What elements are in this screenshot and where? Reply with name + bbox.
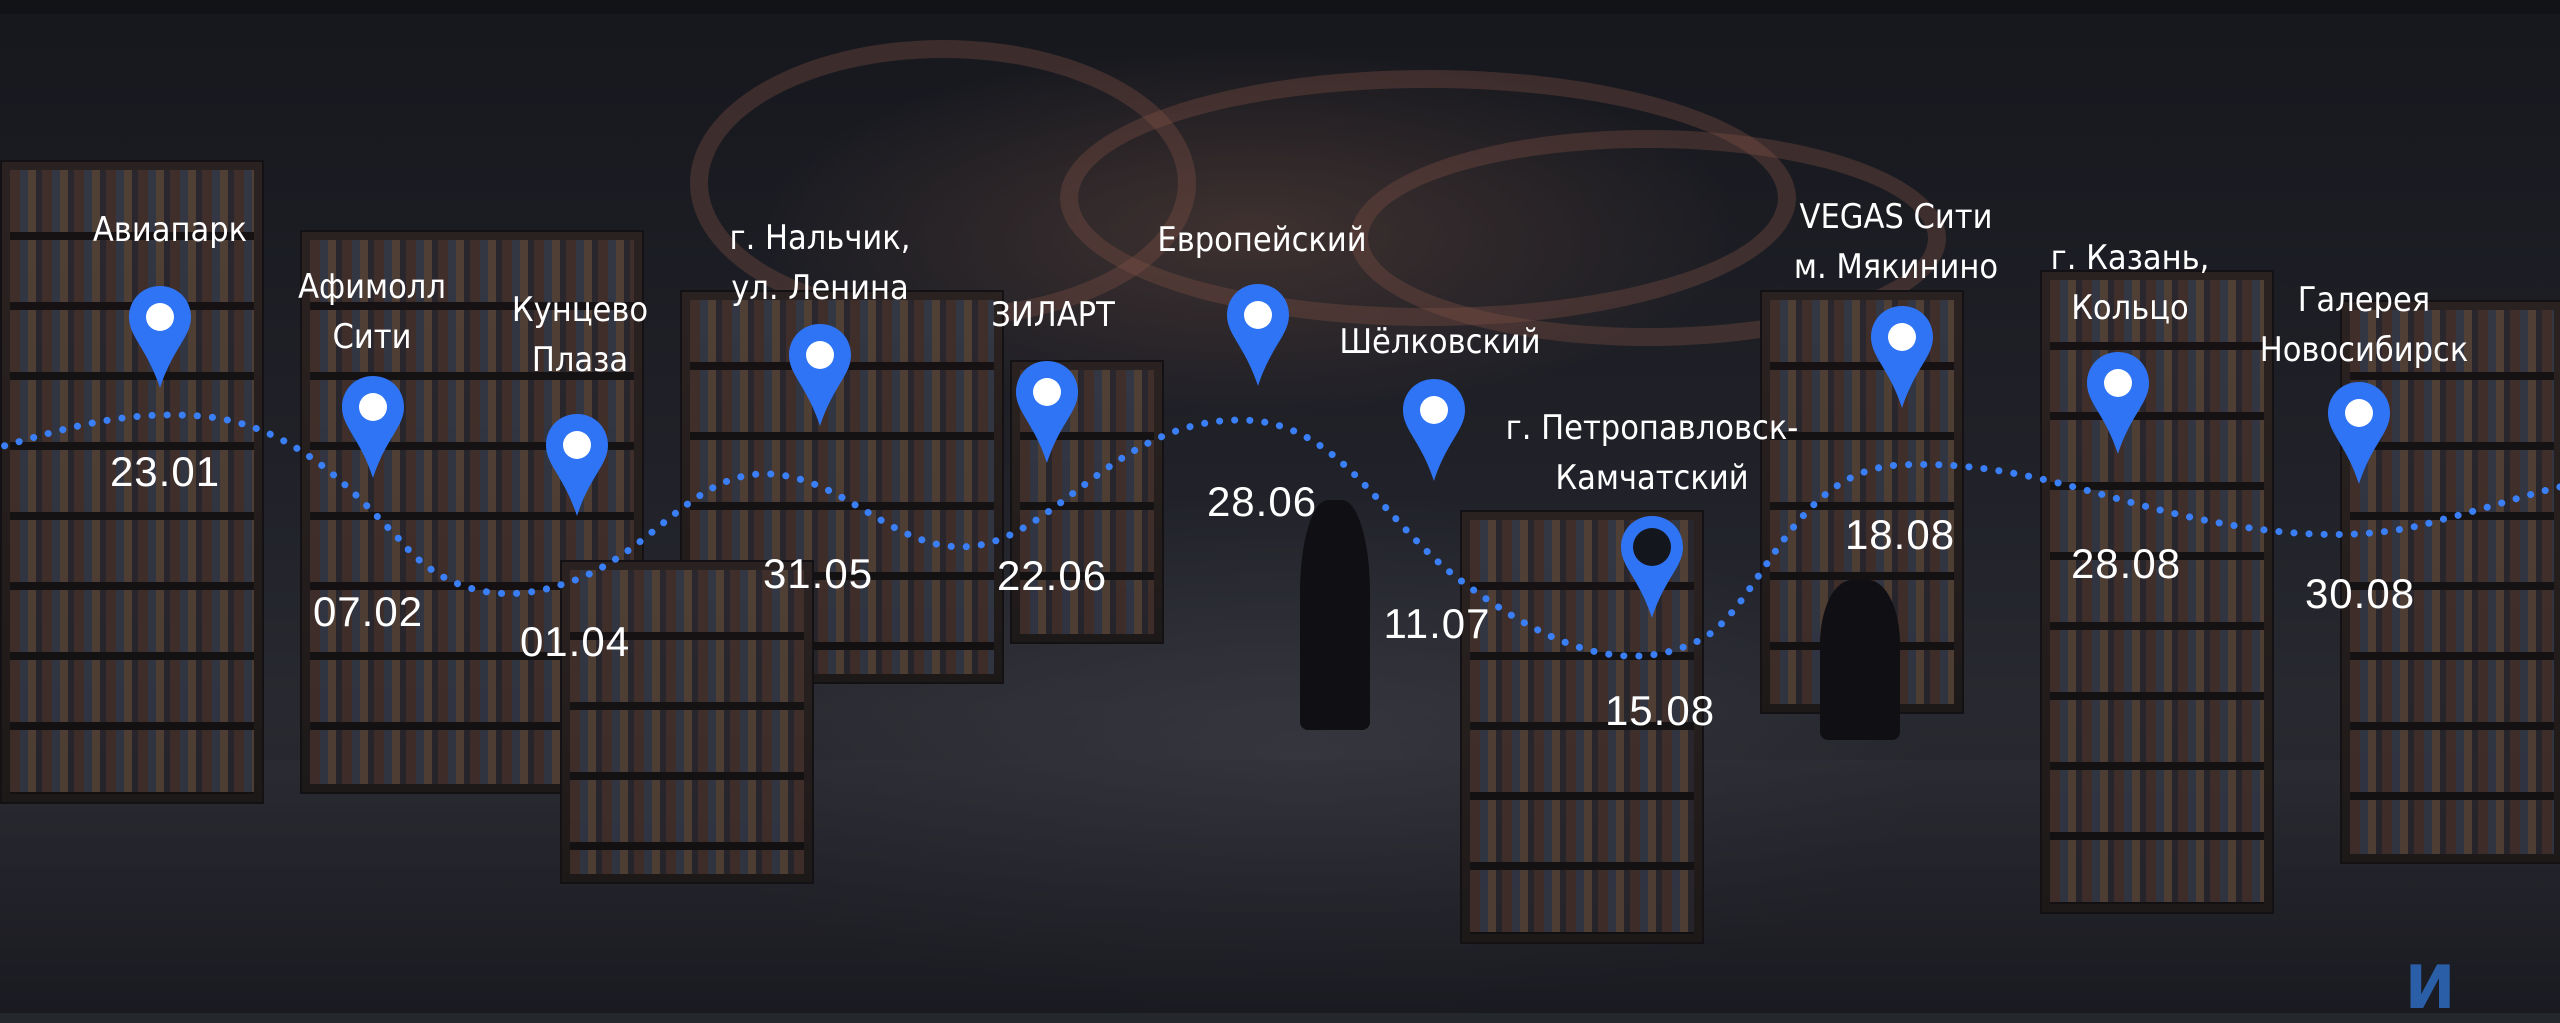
- store-name-label: Европейский: [1157, 215, 1366, 265]
- store-name-line: Шёлковский: [1339, 322, 1541, 362]
- map-pin-icon: [1399, 375, 1469, 485]
- opening-date: 15.08: [1604, 687, 1716, 734]
- store-name-label: VEGAS Сити м. Мякинино: [1794, 192, 1998, 292]
- store-name-line: Новосибирск: [2259, 330, 2469, 370]
- store-name-line: Европейский: [1157, 220, 1367, 260]
- store-name-line: г. Нальчик,: [729, 218, 911, 258]
- map-pin-icon: [1617, 512, 1687, 622]
- map-pin-icon: [1012, 357, 1082, 467]
- opening-date: 18.08: [1844, 511, 1956, 558]
- opening-date: 23.01: [109, 448, 221, 495]
- store-name-label: ЗИЛАРТ: [991, 290, 1115, 340]
- store-name-label: г. Петропавловск- Камчатский: [1506, 403, 1799, 503]
- opening-date: 22.06: [996, 552, 1108, 599]
- map-pin-icon: [338, 372, 408, 482]
- map-pin-icon: [2324, 378, 2394, 488]
- store-name-line: г. Казань,: [2050, 238, 2210, 278]
- store-name-label: Кунцево Плаза: [512, 285, 648, 385]
- opening-date: 11.07: [1383, 600, 1491, 647]
- store-name-label: г. Казань, Кольцо: [2051, 233, 2210, 333]
- store-name-line: Галерея: [2297, 280, 2431, 320]
- store-name-line: ЗИЛАРТ: [991, 295, 1115, 335]
- map-pin-icon: [1867, 302, 1937, 412]
- map-pin-icon: [125, 282, 195, 392]
- map-pin-icon: [2083, 348, 2153, 458]
- map-pin-icon: [542, 410, 612, 520]
- store-name-line: ул. Ленина: [731, 268, 909, 308]
- store-name-label: г. Нальчик, ул. Ленина: [730, 213, 911, 313]
- store-name-line: Плаза: [531, 340, 629, 380]
- store-name-line: Авиапарк: [92, 210, 248, 250]
- store-name-line: г. Петропавловск-: [1505, 408, 1799, 448]
- store-name-label: Афимолл Сити: [298, 262, 446, 362]
- opening-date: 01.04: [519, 618, 631, 665]
- store-name-line: Афимолл: [298, 267, 446, 307]
- store-name-line: Кольцо: [2071, 288, 2189, 328]
- store-name-line: м. Мякинино: [1793, 247, 1999, 287]
- store-name-line: VEGAS Сити: [1799, 197, 1993, 237]
- store-name-line: Сити: [332, 317, 412, 357]
- opening-date: 28.06: [1206, 478, 1318, 525]
- store-name-label: Галерея Новосибирск: [2260, 275, 2469, 375]
- map-pin-icon: [785, 320, 855, 430]
- store-name-line: Камчатский: [1555, 458, 1749, 498]
- opening-date: 28.08: [2070, 540, 2182, 587]
- store-name-label: Авиапарк: [93, 205, 247, 255]
- map-pin-icon: [1223, 280, 1293, 390]
- opening-date: 30.08: [2304, 570, 2416, 617]
- brand-logo: И: [2405, 953, 2456, 1023]
- store-name-label: Шёлковский: [1339, 317, 1540, 367]
- opening-date: 31.05: [762, 550, 874, 597]
- store-name-line: Кунцево: [511, 290, 649, 330]
- opening-date: 07.02: [312, 588, 424, 635]
